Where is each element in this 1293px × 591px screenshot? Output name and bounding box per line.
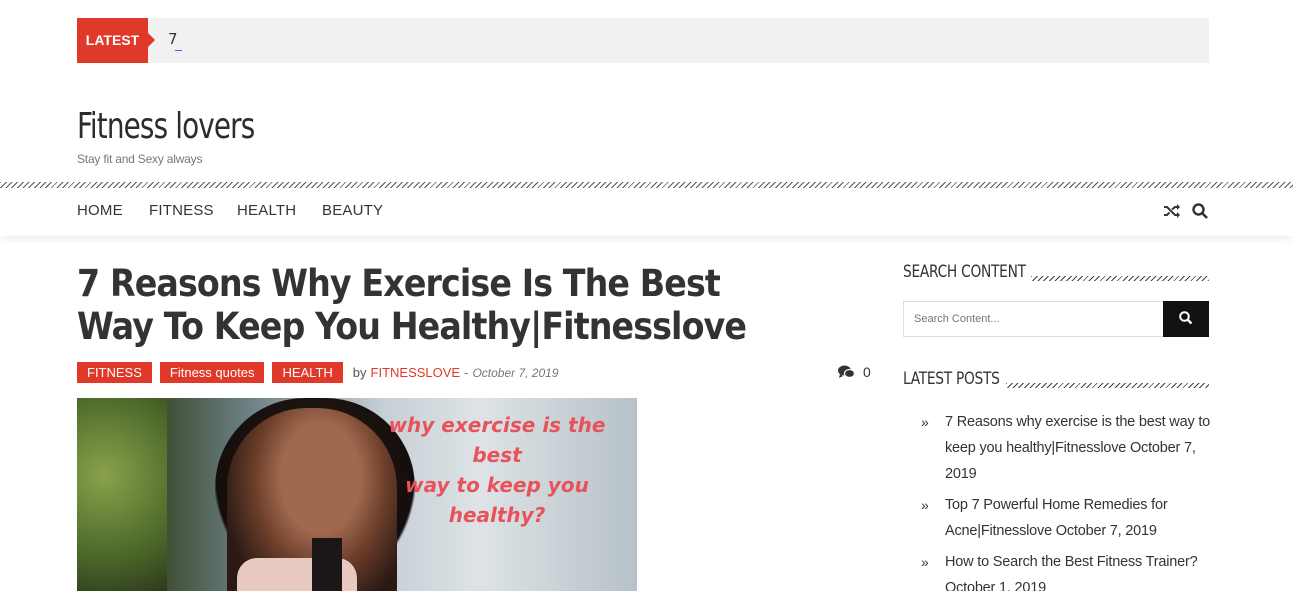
search-input[interactable] [903,301,1164,337]
latest-ticker: LATEST 7 [77,18,1209,63]
widget-title-divider [1006,383,1209,388]
search-widget-title: SEARCH CONTENT [903,262,1026,282]
latest-posts-title: LATEST POSTS [903,369,1000,389]
widget-title-divider [1031,276,1209,281]
featured-image[interactable]: why exercise is the best way to keep you… [77,398,637,591]
latest-post-date: October 1, 2019 [945,580,1046,591]
category-badge-fitness[interactable]: FITNESS [77,362,152,383]
by-label: by [352,365,367,380]
double-chevron-right-icon: » [921,497,929,513]
nav-item-fitness[interactable]: FITNESS [149,202,214,219]
post-title[interactable]: 7 Reasons Why Exercise Is The Best Way T… [77,262,797,348]
site-title[interactable]: Fitness lovers [77,106,255,147]
latest-post-date: October 7, 2019 [1055,523,1157,539]
ticker-label: LATEST [77,18,155,63]
nav-item-health[interactable]: HEALTH [237,202,296,219]
double-chevron-right-icon: » [921,554,929,570]
comments-icon [838,365,855,379]
double-chevron-right-icon: » [921,414,929,430]
post-meta: FITNESS Fitness quotes HEALTH by FITNESS… [77,362,559,383]
ticker-cursor [175,50,182,51]
latest-post-link[interactable]: How to Search the Best Fitness Trainer? [945,554,1198,570]
search-icon[interactable] [1191,202,1209,220]
latest-posts-list: » 7 Reasons why exercise is the best way… [921,409,1211,591]
author-link[interactable]: FITNESSLOVE [371,365,461,380]
meta-separator: - [464,365,469,380]
category-badge-health[interactable]: HEALTH [272,362,343,383]
category-badge-fitness-quotes[interactable]: Fitness quotes [159,362,265,383]
site-tagline: Stay fit and Sexy always [77,152,203,166]
main-navigation: HOME FITNESS HEALTH BEAUTY [0,188,1293,236]
comments-link[interactable]: 0 [838,364,871,380]
post-date: October 7, 2019 [472,365,559,380]
search-icon [1179,310,1193,324]
shuffle-icon[interactable] [1163,202,1181,220]
image-caption-overlay: why exercise is the best way to keep you… [388,413,606,527]
search-button[interactable] [1163,301,1209,337]
ticker-headline-link[interactable]: 7 [168,30,178,48]
list-item: » Top 7 Powerful Home Remedies for Acne|… [921,492,1211,544]
list-item: » How to Search the Best Fitness Trainer… [921,549,1211,591]
list-item: » 7 Reasons why exercise is the best way… [921,409,1211,487]
comment-count: 0 [863,364,871,380]
nav-item-home[interactable]: HOME [77,202,123,219]
nav-item-beauty[interactable]: BEAUTY [322,202,383,219]
